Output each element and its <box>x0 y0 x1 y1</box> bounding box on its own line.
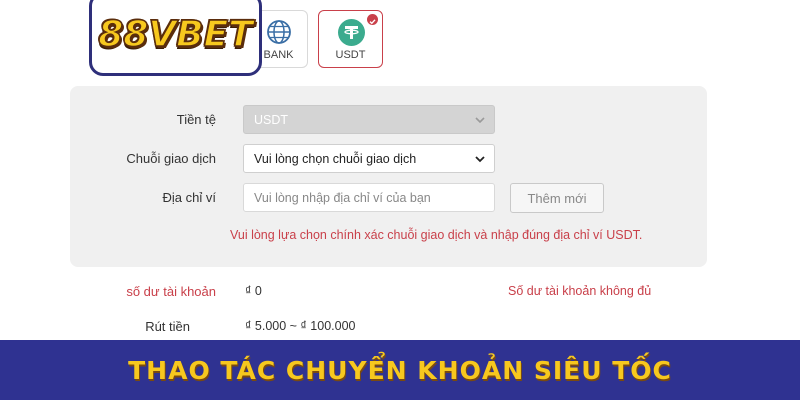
tether-icon <box>338 19 365 46</box>
currency-label: Tiền tệ <box>176 112 216 127</box>
balance-value: ₫ 0 <box>245 284 262 298</box>
balance-label: số dư tài khoản <box>126 284 216 299</box>
method-usdt-label: USDT <box>335 49 366 61</box>
wallet-label: Địa chỉ ví <box>162 190 216 205</box>
globe-icon <box>267 20 291 44</box>
brand-logo[interactable]: 88VBET <box>89 0 262 76</box>
bottom-banner: THAO TÁC CHUYỂN KHOẢN SIÊU TỐC <box>0 340 800 400</box>
chain-warning-text: Vui lòng lựa chọn chính xác chuỗi giao d… <box>230 228 643 242</box>
method-usdt-tile[interactable]: USDT <box>318 10 383 68</box>
banner-title: THAO TÁC CHUYỂN KHOẢN SIÊU TỐC <box>128 355 672 385</box>
withdraw-label: Rút tiền <box>145 319 190 334</box>
chevron-down-icon <box>475 156 485 163</box>
chain-select[interactable]: Vui lòng chọn chuỗi giao dịch <box>243 144 495 173</box>
method-bank-label: BANK <box>263 49 294 61</box>
wallet-address-input[interactable]: Vui lòng nhập địa chỉ ví của bạn <box>243 183 495 212</box>
currency-value: USDT <box>254 112 289 127</box>
wallet-placeholder: Vui lòng nhập địa chỉ ví của bạn <box>254 190 431 205</box>
chevron-down-icon <box>475 117 485 124</box>
selected-check-icon <box>367 14 378 25</box>
add-wallet-button[interactable]: Thêm mới <box>510 183 604 213</box>
chain-value: Vui lòng chọn chuỗi giao dịch <box>254 151 417 166</box>
currency-select: USDT <box>243 105 495 134</box>
withdraw-range: ₫ 5.000 ~ ₫ 100.000 <box>245 319 356 333</box>
logo-text: 88VBET <box>97 13 253 56</box>
chain-label: Chuỗi giao dịch <box>126 151 216 166</box>
withdraw-form-panel: Tiền tệ USDT Chuỗi giao dịch Vui lòng ch… <box>70 86 707 267</box>
balance-warning: Số dư tài khoản không đủ <box>508 284 652 298</box>
